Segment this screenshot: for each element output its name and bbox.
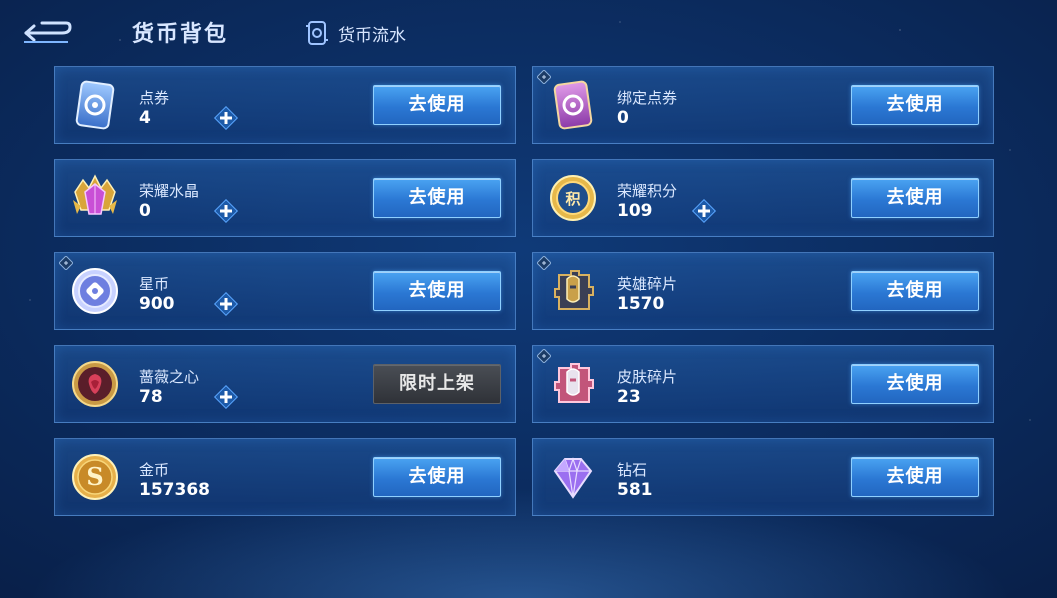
currency-name: 荣耀水晶 <box>139 182 200 200</box>
hero-fragment-icon <box>554 270 594 310</box>
svg-text:积: 积 <box>565 190 580 208</box>
currency-card-glory-crystal: 荣耀水晶 0 去使用 <box>54 159 516 237</box>
currency-amount: 23 <box>617 387 641 407</box>
use-glory-points-button[interactable]: 去使用 <box>851 178 979 218</box>
currency-flow-icon <box>306 21 328 45</box>
currency-amount: 581 <box>617 480 653 500</box>
add-glory-points-plus-icon[interactable] <box>691 198 717 224</box>
currency-amount: 4 <box>139 108 151 128</box>
currency-amount: 109 <box>617 201 653 221</box>
currency-card-bound-coupon: 绑定点券 0 去使用 <box>532 66 994 144</box>
currency-name: 绑定点券 <box>617 89 678 107</box>
use-diamond-button[interactable]: 去使用 <box>851 457 979 497</box>
currency-card-star-coin: 星币 900 去使用 <box>54 252 516 330</box>
currency-name: 蔷薇之心 <box>139 368 200 386</box>
currency-card-hero-fragment: 英雄碎片 1570 去使用 <box>532 252 994 330</box>
use-skin-fragment-button[interactable]: 去使用 <box>851 364 979 404</box>
back-arrow-icon <box>24 21 72 43</box>
currency-flow-label: 货币流水 <box>338 25 406 46</box>
use-coupon-button[interactable]: 去使用 <box>373 85 501 125</box>
blue-ticket-icon <box>75 80 115 130</box>
currency-card-coupon: 点券 4 去使用 <box>54 66 516 144</box>
use-star-coin-button[interactable]: 去使用 <box>373 271 501 311</box>
currency-amount: 900 <box>139 294 175 314</box>
currency-amount: 0 <box>139 201 151 221</box>
svg-text:S: S <box>86 462 103 491</box>
use-bound-coupon-button[interactable]: 去使用 <box>851 85 979 125</box>
currency-name: 英雄碎片 <box>617 275 678 293</box>
currency-name: 钻石 <box>617 461 648 479</box>
currency-card-glory-points: 积 荣耀积分 109 去使用 <box>532 159 994 237</box>
add-glory-crystal-plus-icon[interactable] <box>213 198 239 224</box>
currency-flow-tab[interactable]: 货币流水 <box>304 20 406 46</box>
glory-crystal-icon <box>73 174 117 215</box>
currency-card-diamond: 钻石 581 去使用 <box>532 438 994 516</box>
currency-amount: 0 <box>617 108 629 128</box>
skin-fragment-icon <box>554 363 594 403</box>
gold-coin-icon: S <box>72 454 118 500</box>
currency-card-rose-heart: 蔷薇之心 78 限时上架 <box>54 345 516 423</box>
purple-ticket-icon <box>553 80 593 130</box>
currency-name: 皮肤碎片 <box>617 368 678 386</box>
currency-amount: 1570 <box>617 294 665 314</box>
use-gold-coin-button[interactable]: 去使用 <box>373 457 501 497</box>
add-coupon-plus-icon[interactable] <box>213 105 239 131</box>
limited-time-button[interactable]: 限时上架 <box>373 364 501 404</box>
currency-name: 金币 <box>139 461 170 479</box>
currency-name: 荣耀积分 <box>617 182 678 200</box>
currency-card-gold-coin: S 金币 157368 去使用 <box>54 438 516 516</box>
currency-name: 星币 <box>139 275 170 293</box>
add-star-coin-plus-icon[interactable] <box>213 291 239 317</box>
currency-amount: 78 <box>139 387 163 407</box>
currency-card-skin-fragment: 皮肤碎片 23 去使用 <box>532 345 994 423</box>
currency-amount: 157368 <box>139 480 210 500</box>
use-hero-fragment-button[interactable]: 去使用 <box>851 271 979 311</box>
currency-name: 点券 <box>139 89 170 107</box>
use-glory-crystal-button[interactable]: 去使用 <box>373 178 501 218</box>
add-rose-heart-plus-icon[interactable] <box>213 384 239 410</box>
page-title: 货币背包 <box>132 22 229 47</box>
diamond-icon <box>553 457 593 499</box>
star-coin-icon <box>72 268 118 314</box>
rose-heart-icon <box>72 361 118 407</box>
glory-points-icon: 积 <box>550 175 596 221</box>
back-button[interactable] <box>20 18 74 48</box>
